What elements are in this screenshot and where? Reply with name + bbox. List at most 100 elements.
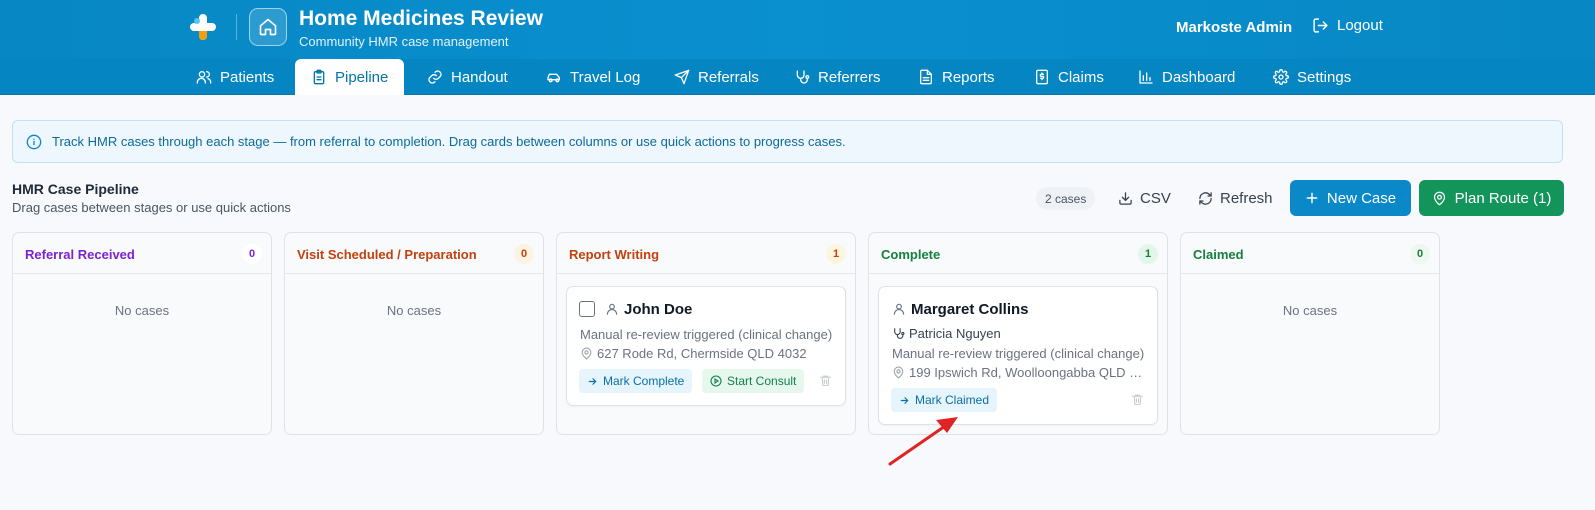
- arrow-right-icon: [588, 377, 597, 385]
- column-header: Complete 1: [869, 233, 1167, 274]
- column-referral-received[interactable]: Referral Received 0 No cases: [12, 232, 272, 435]
- column-header: Visit Scheduled / Preparation 0: [285, 233, 543, 274]
- clipboard-icon: [313, 69, 325, 85]
- column-count-badge: 1: [826, 244, 846, 264]
- referrer-name: Patricia Nguyen: [909, 326, 1001, 341]
- mark-claimed-label: Mark Claimed: [915, 393, 990, 407]
- csv-label: CSV: [1140, 190, 1171, 207]
- refresh-button[interactable]: Refresh: [1198, 186, 1273, 211]
- case-note: Manual re-review triggered (clinical cha…: [580, 327, 833, 342]
- case-card-margaret-collins[interactable]: Margaret Collins Patricia Nguyen Manual …: [878, 286, 1158, 425]
- user-name: Markoste Admin: [1176, 19, 1293, 36]
- column-title: Complete: [881, 247, 941, 262]
- case-count-badge: 2 cases: [1036, 187, 1096, 210]
- trash-icon[interactable]: [819, 374, 832, 387]
- tab-referrers[interactable]: Referrers: [794, 59, 899, 95]
- column-claimed[interactable]: Claimed 0 No cases: [1180, 232, 1440, 435]
- empty-state: No cases: [386, 303, 442, 318]
- mark-complete-label: Mark Complete: [603, 374, 685, 388]
- app-logo-icon: [190, 14, 216, 40]
- column-report-writing[interactable]: Report Writing 1 John Doe Manual re-revi…: [556, 232, 856, 435]
- tab-settings[interactable]: Settings: [1273, 59, 1369, 95]
- empty-state: No cases: [1282, 303, 1338, 318]
- tab-referrals[interactable]: Referrals: [674, 59, 777, 95]
- plus-icon: [1306, 192, 1318, 204]
- home-icon: [259, 18, 277, 36]
- refresh-label: Refresh: [1220, 190, 1273, 207]
- car-icon: [547, 73, 560, 83]
- column-count-badge: 1: [1138, 244, 1158, 264]
- app-title: Home Medicines Review: [299, 7, 543, 30]
- patient-address: 627 Rode Rd, Chermside QLD 4032: [597, 346, 807, 361]
- tab-travel-log[interactable]: Travel Log: [546, 59, 658, 95]
- tab-handout[interactable]: Handout: [427, 59, 526, 95]
- main-nav: Patients Pipeline Handout Travel Log Ref…: [0, 59, 1595, 95]
- tab-label: Claims: [1058, 68, 1104, 86]
- file-text-icon: [920, 69, 932, 85]
- refresh-icon: [1199, 192, 1212, 205]
- tab-label: Settings: [1297, 68, 1352, 86]
- info-text: Track HMR cases through each stage — fro…: [52, 134, 846, 149]
- home-button[interactable]: [249, 8, 287, 46]
- csv-button[interactable]: CSV: [1118, 186, 1171, 211]
- plan-route-label: Plan Route (1): [1454, 189, 1552, 207]
- tab-label: Handout: [451, 68, 508, 86]
- column-title: Visit Scheduled / Preparation: [297, 247, 477, 262]
- tab-claims[interactable]: Claims: [1034, 59, 1122, 95]
- column-visit-scheduled[interactable]: Visit Scheduled / Preparation 0 No cases: [284, 232, 544, 435]
- new-case-button[interactable]: New Case: [1290, 180, 1411, 216]
- column-complete[interactable]: Complete 1 Margaret Collins Patricia Ngu…: [868, 232, 1168, 435]
- case-note: Manual re-review triggered (clinical cha…: [892, 346, 1145, 361]
- plan-route-button[interactable]: Plan Route (1): [1419, 180, 1564, 216]
- tab-label: Travel Log: [570, 68, 641, 86]
- logout-button[interactable]: Logout: [1312, 17, 1383, 34]
- start-consult-button[interactable]: Start Consult: [702, 369, 805, 393]
- stethoscope-icon: [894, 328, 905, 339]
- mark-claimed-button[interactable]: Mark Claimed: [891, 388, 998, 412]
- tab-label: Pipeline: [335, 68, 389, 86]
- tab-patients[interactable]: Patients: [196, 59, 292, 95]
- send-icon: [674, 69, 690, 85]
- bar-chart-icon: [1139, 70, 1153, 84]
- dollar-file-icon: [1036, 69, 1048, 85]
- tab-pipeline[interactable]: Pipeline: [295, 59, 405, 95]
- link-icon: [428, 70, 442, 84]
- info-banner: Track HMR cases through each stage — fro…: [12, 120, 1563, 163]
- map-pin-icon: [1433, 191, 1445, 205]
- tab-label: Dashboard: [1162, 68, 1236, 86]
- pipeline-subtitle: Drag cases between stages or use quick a…: [12, 200, 291, 215]
- patient-name[interactable]: Margaret Collins: [911, 301, 1029, 318]
- app-header: Home Medicines Review Community HMR case…: [0, 0, 1595, 59]
- app-subtitle: Community HMR case management: [299, 34, 509, 49]
- column-title: Report Writing: [569, 247, 660, 262]
- patient-address: 199 Ipswich Rd, Woolloongabba QLD 4102: [909, 365, 1149, 380]
- tab-label: Patients: [220, 68, 275, 86]
- column-title: Claimed: [1193, 247, 1244, 262]
- tab-reports[interactable]: Reports: [918, 59, 1013, 95]
- select-checkbox[interactable]: [579, 301, 595, 317]
- play-circle-icon: [710, 375, 722, 387]
- patient-name[interactable]: John Doe: [624, 301, 692, 318]
- column-count-badge: 0: [1410, 244, 1430, 264]
- logout-label: Logout: [1337, 17, 1383, 34]
- mark-complete-button[interactable]: Mark Complete: [579, 369, 693, 393]
- case-card-john-doe[interactable]: John Doe Manual re-review triggered (cli…: [566, 286, 846, 406]
- info-icon: [26, 134, 42, 149]
- tab-label: Referrers: [818, 68, 881, 86]
- map-pin-icon: [893, 366, 904, 379]
- tab-dashboard[interactable]: Dashboard: [1138, 59, 1253, 95]
- column-header: Report Writing 1: [557, 233, 855, 274]
- column-title: Referral Received: [25, 247, 135, 262]
- arrow-right-icon: [900, 396, 909, 404]
- download-icon: [1119, 192, 1132, 205]
- map-pin-icon: [581, 347, 592, 360]
- user-icon: [606, 303, 618, 315]
- header-divider: [236, 14, 237, 40]
- start-consult-label: Start Consult: [727, 374, 797, 388]
- column-header: Claimed 0: [1181, 233, 1439, 274]
- trash-icon[interactable]: [1131, 393, 1144, 406]
- pipeline-title: HMR Case Pipeline: [12, 181, 139, 197]
- new-case-label: New Case: [1326, 189, 1397, 207]
- column-header: Referral Received 0: [13, 233, 271, 274]
- empty-state: No cases: [114, 303, 170, 318]
